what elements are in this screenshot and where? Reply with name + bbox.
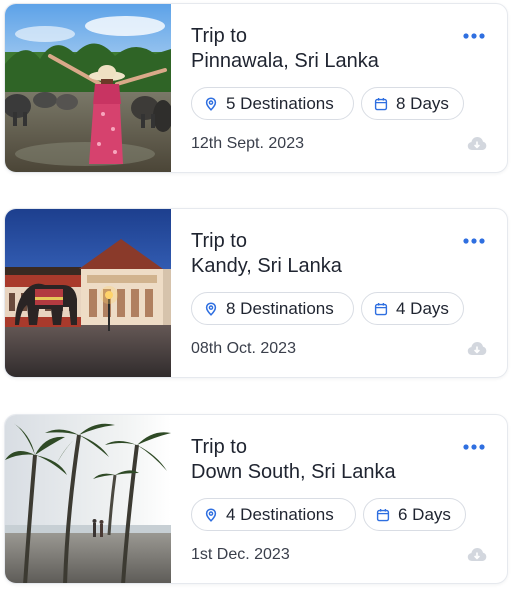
- trip-destination-name: Pinnawala, Sri Lanka: [191, 50, 379, 72]
- trip-image-down-south: [5, 415, 171, 583]
- calendar-icon: [374, 97, 388, 111]
- trip-title: Trip to Down South, Sri Lanka: [191, 435, 396, 485]
- calendar-icon: [376, 508, 390, 522]
- trip-image-pinnawala: [5, 4, 171, 172]
- destinations-chip[interactable]: 5 Destinations: [191, 87, 354, 120]
- destinations-count: 8 Destinations: [226, 298, 334, 318]
- cloud-download-icon[interactable]: [467, 341, 487, 357]
- calendar-icon: [374, 302, 388, 316]
- trip-date: 08th Oct. 2023: [191, 340, 296, 357]
- trip-destination-name: Kandy, Sri Lanka: [191, 255, 342, 277]
- trip-title: Trip to Kandy, Sri Lanka: [191, 229, 342, 279]
- trip-title-prefix: Trip to: [191, 230, 247, 252]
- location-pin-icon: [204, 507, 218, 522]
- days-chip[interactable]: 4 Days: [361, 292, 464, 325]
- trip-title: Trip to Pinnawala, Sri Lanka: [191, 24, 379, 74]
- more-options-icon[interactable]: [463, 237, 485, 245]
- location-pin-icon: [204, 96, 218, 111]
- trip-date: 1st Dec. 2023: [191, 546, 290, 563]
- trip-card[interactable]: Trip to Pinnawala, Sri Lanka 5 Destinati…: [4, 3, 508, 173]
- destinations-count: 4 Destinations: [226, 504, 334, 524]
- cloud-download-icon[interactable]: [467, 136, 487, 152]
- trip-date: 12th Sept. 2023: [191, 135, 304, 152]
- trip-title-prefix: Trip to: [191, 25, 247, 47]
- destinations-chip[interactable]: 8 Destinations: [191, 292, 354, 325]
- trip-card[interactable]: Trip to Kandy, Sri Lanka 8 Destinations: [4, 208, 508, 378]
- trip-card[interactable]: Trip to Down South, Sri Lanka 4 Destinat…: [4, 414, 508, 584]
- location-pin-icon: [204, 301, 218, 316]
- days-chip[interactable]: 6 Days: [363, 498, 466, 531]
- destinations-count: 5 Destinations: [226, 93, 334, 113]
- days-chip[interactable]: 8 Days: [361, 87, 464, 120]
- more-options-icon[interactable]: [463, 443, 485, 451]
- days-count: 8 Days: [396, 93, 449, 113]
- more-options-icon[interactable]: [463, 32, 485, 40]
- trip-title-prefix: Trip to: [191, 436, 247, 458]
- trip-image-kandy: [5, 209, 171, 377]
- trip-destination-name: Down South, Sri Lanka: [191, 461, 396, 483]
- destinations-chip[interactable]: 4 Destinations: [191, 498, 356, 531]
- cloud-download-icon[interactable]: [467, 547, 487, 563]
- days-count: 4 Days: [396, 298, 449, 318]
- days-count: 6 Days: [398, 504, 451, 524]
